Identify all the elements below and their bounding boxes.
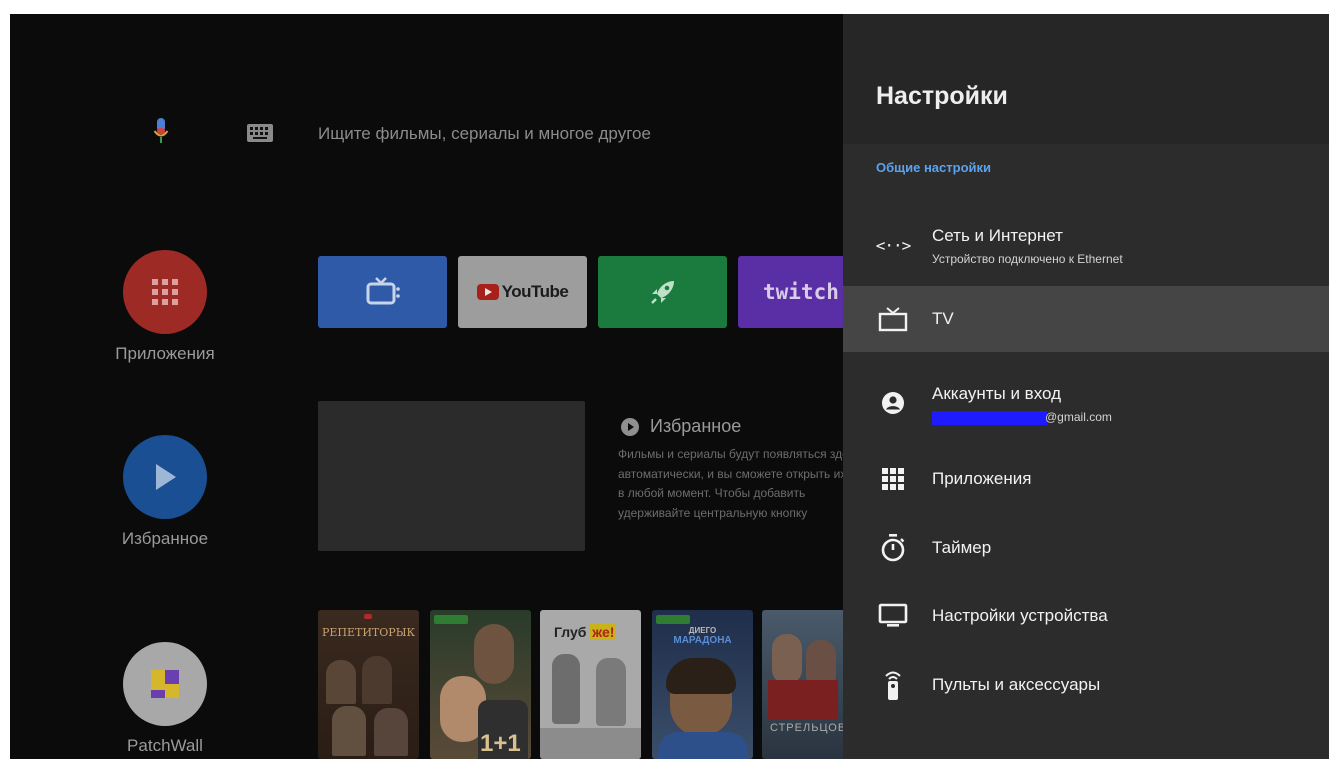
microphone-icon[interactable]	[153, 118, 169, 148]
remote-icon	[877, 671, 909, 700]
app-tile-live-tv[interactable]	[318, 256, 447, 328]
poster-maradona[interactable]: ДИЕГО МАРАДОНА	[652, 610, 753, 759]
settings-title: Настройки	[876, 82, 1008, 110]
settings-item-label: Сеть и Интернет	[932, 226, 1063, 245]
redacted-block	[932, 410, 1047, 425]
tv-outline-icon	[877, 305, 909, 333]
app-tile-youtube[interactable]: YouTube	[458, 256, 587, 328]
search-input[interactable]: Ищите фильмы, сериалы и многое другое	[318, 124, 651, 144]
poster-1plus1[interactable]: 1+1	[430, 610, 531, 759]
monitor-icon	[877, 602, 909, 630]
favorites-description: Фильмы и сериалы будут появляться здесь …	[618, 447, 843, 520]
settings-item-apps[interactable]: Приложения	[843, 446, 1329, 512]
tv-screen: Ищите фильмы, сериалы и многое другое Пр…	[10, 14, 1329, 759]
sidebar-item-patchwall[interactable]: PatchWall	[90, 642, 240, 756]
play-icon	[123, 435, 207, 519]
settings-item-label: Пульты и аксессуары	[932, 675, 1101, 694]
settings-item-label: Аккаунты и вход	[932, 384, 1062, 403]
sidebar-item-label: Приложения	[115, 344, 215, 363]
poster-glub-zhe[interactable]: Глуб же!	[540, 610, 641, 759]
favorites-placeholder	[318, 401, 585, 551]
settings-item-device[interactable]: Настройки устройства	[843, 583, 1329, 649]
tv-icon	[366, 277, 400, 305]
settings-item-accounts[interactable]: Аккаунты и вход @gmail.com	[843, 370, 1329, 436]
account-icon	[877, 389, 909, 417]
settings-item-remotes[interactable]: Пульты и аксессуары	[843, 652, 1329, 718]
poster-streltsov[interactable]: СТРЕЛЬЦОВ	[762, 610, 843, 759]
patchwall-icon	[123, 642, 207, 726]
twitch-label: twitch	[763, 280, 839, 304]
sidebar-item-label: Избранное	[121, 529, 209, 548]
favorites-header: Избранное	[620, 416, 741, 437]
apps-grid-icon	[877, 465, 909, 493]
play-circle-icon	[621, 417, 639, 436]
youtube-label: YouTube	[501, 282, 569, 301]
network-icon: <··>	[875, 235, 912, 255]
settings-item-timer[interactable]: Таймер	[843, 515, 1329, 581]
settings-item-label: TV	[932, 309, 954, 328]
poster-title: 1+1	[480, 730, 521, 757]
sidebar-item-label: PatchWall	[127, 736, 203, 755]
favorites-title: Избранное	[650, 416, 742, 436]
timer-icon	[877, 534, 909, 562]
keyboard-icon[interactable]	[247, 124, 273, 142]
settings-panel: Настройки Общие настройки <··> Сеть и Ин…	[843, 14, 1329, 759]
settings-item-network[interactable]: <··> Сеть и Интернет Устройство подключе…	[843, 212, 1329, 278]
sidebar-item-favorites[interactable]: Избранное	[90, 435, 240, 549]
poster-title: ДИЕГО МАРАДОНА	[673, 626, 732, 646]
poster-title: РЕПЕТИТОРЫК	[321, 626, 416, 639]
sidebar-item-apps[interactable]: Приложения	[90, 250, 240, 364]
poster-title: СТРЕЛЬЦОВ	[770, 722, 843, 734]
app-tile-launcher[interactable]	[598, 256, 727, 328]
rocket-icon	[650, 281, 674, 304]
settings-item-label: Таймер	[932, 538, 992, 557]
settings-item-label: Приложения	[932, 469, 1032, 488]
account-email: @gmail.com	[932, 410, 1112, 425]
settings-header: Настройки	[843, 14, 1329, 144]
settings-item-label: Настройки устройства	[932, 606, 1108, 625]
settings-item-tv[interactable]: TV	[843, 286, 1329, 352]
apps-grid-icon	[123, 250, 207, 334]
free-badge	[656, 615, 690, 624]
home-screen: Ищите фильмы, сериалы и многое другое Пр…	[10, 14, 843, 759]
poster-title: Глуб же!	[554, 624, 617, 640]
youtube-logo-icon	[476, 284, 499, 300]
poster-repetitor[interactable]: РЕПЕТИТОРЫК	[318, 610, 419, 759]
free-badge	[434, 615, 468, 624]
app-tile-twitch[interactable]: twitch	[738, 256, 843, 328]
settings-section-header: Общие настройки	[876, 160, 991, 175]
settings-item-subtitle: Устройство подключено к Ethernet	[932, 252, 1123, 266]
